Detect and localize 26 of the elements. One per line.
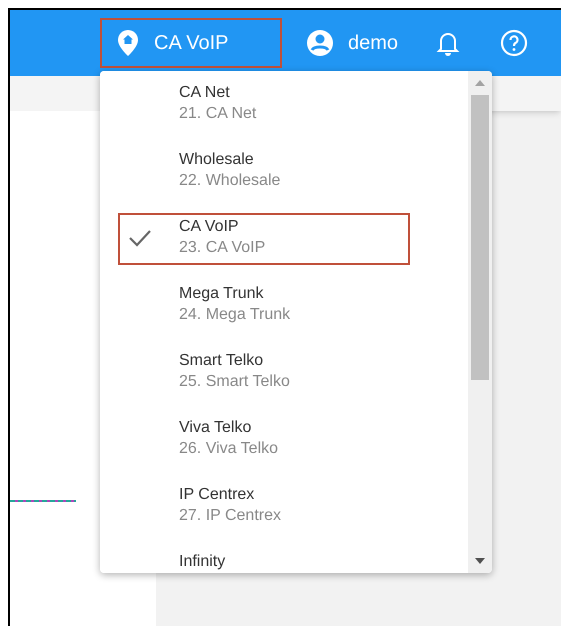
menu-item[interactable]: CA Net 21. CA Net xyxy=(100,71,468,138)
scrollbar-thumb[interactable] xyxy=(471,95,489,380)
item-title: Smart Telko xyxy=(179,351,264,371)
help-icon[interactable] xyxy=(500,29,528,57)
item-subtitle: 22. Wholesale xyxy=(179,171,282,191)
item-title: Mega Trunk xyxy=(179,284,264,304)
item-subtitle: 21. CA Net xyxy=(179,104,258,124)
item-title: IP Centrex xyxy=(179,485,256,505)
item-subtitle: 24. Mega Trunk xyxy=(179,305,292,325)
item-title: Viva Telko xyxy=(179,418,252,438)
scroll-down-icon[interactable] xyxy=(475,558,485,564)
check-icon xyxy=(128,229,152,247)
item-subtitle: 23. CA VoIP xyxy=(179,238,266,258)
home-pin-icon xyxy=(116,29,140,57)
chart-line xyxy=(10,500,76,502)
scrollbar[interactable] xyxy=(468,71,492,573)
item-title: Infinity xyxy=(179,552,226,572)
menu-item[interactable]: Infinity xyxy=(100,540,468,573)
item-title: Wholesale xyxy=(179,150,255,170)
item-title: CA VoIP xyxy=(179,217,240,237)
item-subtitle: 27. IP Centrex xyxy=(179,506,282,526)
user-icon xyxy=(306,29,334,57)
scroll-up-icon[interactable] xyxy=(475,80,485,86)
item-title: CA Net xyxy=(179,83,231,103)
item-subtitle: 26. Viva Telko xyxy=(179,439,280,459)
item-subtitle: 25. Smart Telko xyxy=(179,372,291,392)
